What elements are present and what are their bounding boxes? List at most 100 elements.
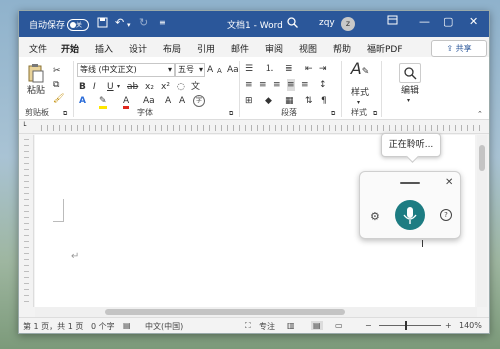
- line-spacing-icon[interactable]: ↕: [319, 79, 327, 91]
- superscript-button[interactable]: x²: [161, 81, 170, 93]
- strikethrough-button[interactable]: ab: [127, 81, 138, 93]
- grow-font-button[interactable]: A: [207, 64, 213, 76]
- zoom-slider-knob[interactable]: [405, 321, 407, 330]
- align-center-icon[interactable]: ≡: [259, 79, 267, 91]
- tab-selector-icon[interactable]: └: [22, 122, 26, 130]
- clipboard-launcher-icon[interactable]: ⧉: [63, 108, 67, 120]
- scrollbar-thumb[interactable]: [479, 145, 485, 171]
- zoom-slider[interactable]: [379, 321, 441, 330]
- text-effects-icon[interactable]: ◌: [177, 81, 185, 93]
- drag-handle[interactable]: [400, 182, 420, 184]
- font-group-label: 字体: [137, 108, 153, 117]
- microphone-icon: [403, 207, 417, 224]
- search-icon[interactable]: [287, 17, 298, 31]
- maximize-icon[interactable]: ▢: [443, 15, 453, 28]
- shading-icon[interactable]: ◆: [265, 95, 272, 107]
- close-icon[interactable]: ✕: [445, 177, 453, 188]
- avatar[interactable]: z: [341, 17, 355, 31]
- undo-icon[interactable]: ↶: [115, 17, 124, 29]
- title-bar: 自动保存 关 ↶ ▾ ↻ ≡ 文档1 - Word zqy z — ▢ ✕: [19, 11, 489, 37]
- chevron-down-icon[interactable]: ▾: [407, 95, 410, 107]
- tab-layout[interactable]: 布局: [163, 42, 181, 55]
- horizontal-scrollbar[interactable]: [35, 307, 477, 317]
- collapse-ribbon-icon[interactable]: ⌃: [477, 108, 483, 120]
- scrollbar-thumb[interactable]: [105, 309, 345, 315]
- paragraph-launcher-icon[interactable]: ⧉: [331, 108, 335, 120]
- ribbon-display-icon[interactable]: [387, 15, 398, 28]
- bullets-icon[interactable]: ☰: [245, 63, 253, 75]
- redo-icon[interactable]: ↻: [139, 17, 148, 29]
- font-size-dropdown[interactable]: 五号 ▾: [175, 63, 205, 77]
- copy-icon[interactable]: ⧉: [53, 79, 59, 91]
- font-launcher-icon[interactable]: ⧉: [229, 108, 233, 120]
- save-icon[interactable]: [97, 17, 108, 31]
- underline-dropdown-icon[interactable]: ▾: [117, 81, 120, 93]
- tab-home[interactable]: 开始: [61, 42, 80, 59]
- focus-icon[interactable]: ⛶: [245, 321, 251, 331]
- distributed-icon[interactable]: ≡: [301, 79, 309, 91]
- undo-dropdown-icon[interactable]: ▾: [127, 19, 131, 31]
- customize-quick-access-icon[interactable]: ≡: [159, 17, 166, 29]
- zoom-in-button[interactable]: +: [445, 321, 452, 330]
- align-right-icon[interactable]: ≡: [273, 79, 281, 91]
- styles-launcher-icon[interactable]: ⧉: [373, 108, 377, 120]
- chinese-layout-icon[interactable]: ⊞: [245, 95, 253, 107]
- proofing-icon[interactable]: ▤: [123, 321, 131, 330]
- italic-button[interactable]: I: [93, 81, 96, 93]
- highlight-button[interactable]: ✎: [99, 95, 107, 109]
- focus-label[interactable]: 专注: [259, 321, 275, 332]
- language-status[interactable]: 中文(中国): [145, 321, 183, 332]
- increase-indent-icon[interactable]: ⇥: [319, 63, 327, 75]
- tab-design[interactable]: 设计: [129, 42, 147, 55]
- user-name[interactable]: zqy: [319, 18, 335, 28]
- multilevel-list-icon[interactable]: ≣: [285, 63, 293, 75]
- tab-references[interactable]: 引用: [197, 42, 215, 55]
- sort-icon[interactable]: ⇅: [305, 95, 313, 107]
- text-effect-button[interactable]: A: [79, 95, 86, 107]
- clear-formatting-button[interactable]: Aa: [227, 64, 239, 76]
- tab-insert[interactable]: 插入: [95, 42, 113, 55]
- page-count[interactable]: 第 1 页，共 1 页: [23, 321, 83, 332]
- underline-button[interactable]: U: [107, 81, 114, 93]
- tab-mailings[interactable]: 邮件: [231, 42, 249, 55]
- close-icon[interactable]: ✕: [469, 15, 478, 28]
- format-painter-icon[interactable]: 🖌: [53, 93, 64, 105]
- phonetic-guide-icon[interactable]: 文: [191, 81, 200, 93]
- editing-button[interactable]: [399, 63, 421, 83]
- numbering-icon[interactable]: ⒈: [265, 63, 274, 75]
- change-case-button[interactable]: Aa: [143, 95, 155, 107]
- show-marks-icon[interactable]: ¶: [321, 95, 327, 107]
- decrease-indent-icon[interactable]: ⇤: [305, 63, 313, 75]
- microphone-button[interactable]: [395, 200, 425, 230]
- borders-icon[interactable]: ▦: [285, 95, 294, 107]
- tab-foxit-pdf[interactable]: 福昕PDF: [367, 42, 403, 55]
- font-color-button[interactable]: A: [123, 95, 130, 109]
- web-layout-icon[interactable]: ▭: [335, 321, 343, 330]
- justify-icon[interactable]: ≡: [287, 79, 295, 91]
- font-name-dropdown[interactable]: 等线 (中文正文) ▾: [77, 63, 175, 77]
- share-button[interactable]: ⇪ 共享: [431, 40, 487, 57]
- subscript-button[interactable]: x₂: [145, 81, 154, 93]
- minimize-icon[interactable]: —: [419, 15, 430, 28]
- tab-review[interactable]: 审阅: [265, 42, 283, 55]
- phonetic-button[interactable]: A: [179, 95, 185, 107]
- bold-button[interactable]: B: [79, 81, 86, 93]
- grow-a-button[interactable]: A: [165, 95, 171, 107]
- help-icon[interactable]: ?: [440, 209, 452, 221]
- gear-icon[interactable]: ⚙: [370, 210, 380, 223]
- paste-button[interactable]: [25, 63, 47, 87]
- read-mode-icon[interactable]: ▥: [287, 321, 295, 330]
- zoom-level[interactable]: 140%: [459, 321, 482, 330]
- zoom-out-button[interactable]: −: [365, 321, 372, 330]
- align-left-icon[interactable]: ≡: [245, 79, 253, 91]
- word-count[interactable]: 0 个字: [91, 321, 115, 332]
- vertical-scrollbar[interactable]: [477, 135, 487, 307]
- shrink-font-button[interactable]: A: [217, 65, 222, 77]
- tab-help[interactable]: 帮助: [333, 42, 351, 55]
- print-layout-icon[interactable]: ▤: [311, 321, 323, 330]
- enclose-characters-button[interactable]: 字: [193, 95, 205, 107]
- cut-icon[interactable]: ✂: [53, 65, 61, 77]
- tab-view[interactable]: 视图: [299, 42, 317, 55]
- styles-button[interactable]: A✎: [349, 61, 371, 78]
- tab-file[interactable]: 文件: [29, 42, 47, 55]
